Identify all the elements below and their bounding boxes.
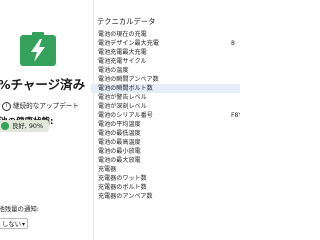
technical-data-label: 電池が深刻レベル bbox=[98, 103, 147, 110]
technical-data-title: テクニカルデータ bbox=[97, 17, 156, 26]
technical-data-row[interactable]: 充電器のワット数 bbox=[91, 174, 240, 183]
technical-data-value: F8Y bbox=[231, 112, 240, 119]
technical-data-label: 電池の現在の充電 bbox=[98, 31, 147, 38]
adaptive-charging-option[interactable]: i 継続的なアップデート bbox=[2, 100, 79, 111]
technical-data-label: 電池が警告レベル bbox=[98, 94, 147, 101]
technical-data-label: 充電器のアンペア数 bbox=[98, 193, 153, 200]
technical-data-label: 電池の温度 bbox=[98, 67, 129, 74]
technical-data-label: 充電器 bbox=[98, 166, 117, 173]
technical-data-label: 電池デザイン最大充電 bbox=[98, 40, 159, 47]
adaptive-charging-label: 継続的なアップデート bbox=[13, 102, 79, 110]
technical-data-row[interactable]: 電池のシリアル番号 F8Y bbox=[91, 111, 240, 120]
status-ok-icon bbox=[1, 122, 9, 130]
technical-data-row[interactable]: 電池の瞬間アンペア数 bbox=[91, 75, 240, 84]
battery-health-badge: 良好, 90% bbox=[0, 120, 50, 132]
technical-data-label: 電池の瞬間ボルト数 bbox=[98, 85, 153, 92]
technical-data-row[interactable]: 電池の最小放電 bbox=[91, 147, 240, 156]
info-icon: i bbox=[2, 101, 11, 111]
technical-data-row[interactable]: 電池が深刻レベル bbox=[91, 102, 240, 111]
technical-data-row[interactable]: 充電器のアンペア数 bbox=[91, 192, 240, 201]
technical-data-row[interactable]: 充電器のボルト数 bbox=[91, 183, 240, 192]
technical-data-label: 電池の最低温度 bbox=[98, 130, 141, 137]
technical-data-row[interactable]: 充電器 bbox=[91, 165, 240, 174]
technical-data-row[interactable]: 電池の温度 bbox=[91, 66, 240, 75]
notification-select[interactable]: しない ▾ bbox=[0, 218, 28, 229]
technical-data-row[interactable]: 電池充電最大充電 bbox=[91, 48, 240, 57]
technical-data-row[interactable]: 電池の最高温度 bbox=[91, 138, 240, 147]
technical-data-label: 電池の最高温度 bbox=[98, 139, 141, 146]
technical-data-label: 電池の瞬間アンペア数 bbox=[98, 76, 159, 83]
technical-data-label: 充電器のボルト数 bbox=[98, 184, 147, 191]
notification-select-value: しない bbox=[2, 220, 22, 228]
technical-data-row[interactable]: 電池の瞬間ボルト数 bbox=[91, 84, 240, 93]
battery-window: %チャージ済み i継続的なアップデート 池の健康状態: 良好, 90% 電池残量… bbox=[0, 0, 240, 240]
technical-data-list: 電池の現在の充電電池デザイン最大充電 8 電池充電最大充電 電池充電サイクル 電池の温度… bbox=[91, 30, 240, 201]
charge-headline: %チャージ済み bbox=[0, 77, 86, 92]
technical-data-label: 電池の最小放電 bbox=[98, 148, 141, 155]
technical-data-row[interactable]: 電池デザイン最大充電 8 bbox=[91, 39, 240, 48]
battery-charging-icon bbox=[18, 32, 58, 66]
technical-data-value: 8 bbox=[231, 40, 235, 47]
battery-health-value: 良好, 90% bbox=[12, 122, 44, 130]
technical-data-label: 電池充電サイクル bbox=[98, 58, 147, 65]
technical-data-row[interactable]: 電池の平均温度 bbox=[91, 120, 240, 129]
technical-data-label: 電池充電最大充電 bbox=[98, 49, 147, 56]
technical-data-row[interactable]: 電池の最大放電 bbox=[91, 156, 240, 165]
technical-data-label: 充電器のワット数 bbox=[98, 175, 147, 182]
technical-data-row[interactable]: 電池充電サイクル bbox=[91, 57, 240, 66]
chevron-down-icon: ▾ bbox=[21, 221, 25, 228]
low-battery-notification-label: 電池残量の通知: bbox=[0, 205, 39, 213]
technical-data-label: 電池の平均温度 bbox=[98, 121, 141, 128]
technical-data-row[interactable]: 電池が警告レベル bbox=[91, 93, 240, 102]
technical-data-label: 電池の最大放電 bbox=[98, 157, 141, 164]
technical-data-row[interactable]: 電池の現在の充電 bbox=[91, 30, 240, 39]
technical-data-row[interactable]: 電池の最低温度 bbox=[91, 129, 240, 138]
technical-data-label: 電池のシリアル番号 bbox=[98, 112, 153, 119]
